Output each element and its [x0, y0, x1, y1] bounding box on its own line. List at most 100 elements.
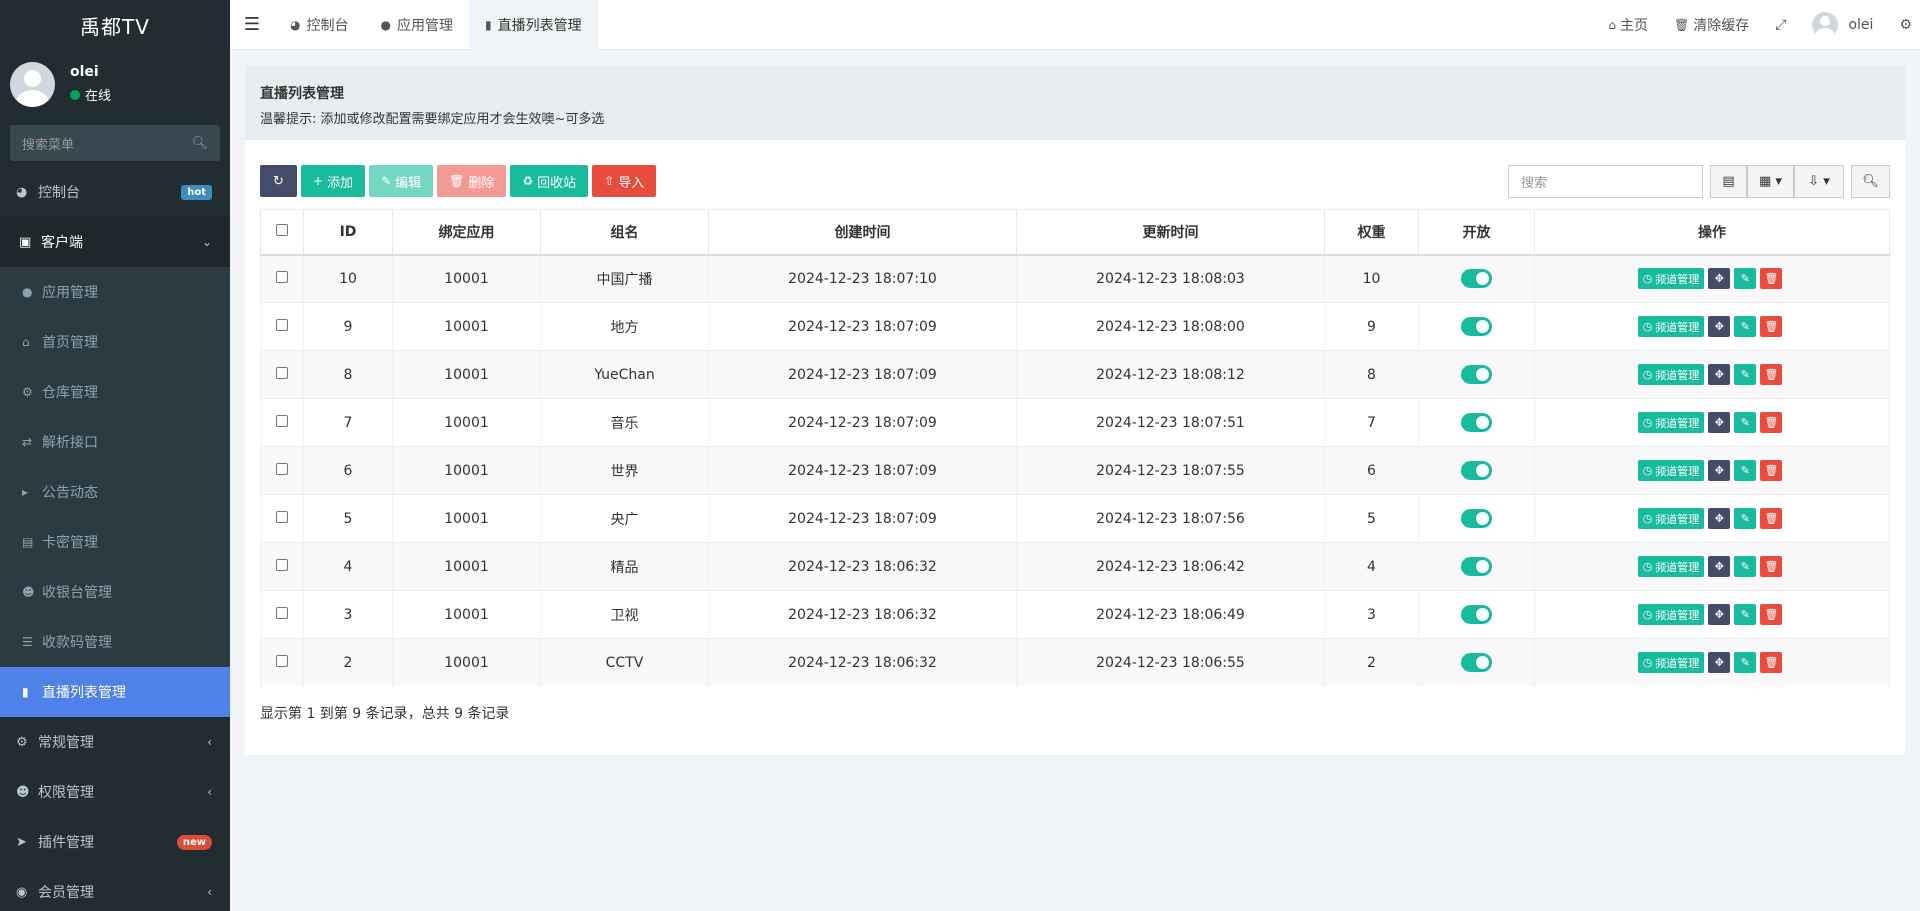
- open-toggle[interactable]: [1461, 461, 1492, 480]
- row-edit-button[interactable]: ✎: [1734, 316, 1757, 337]
- row-checkbox[interactable]: [276, 606, 288, 619]
- row-edit-button[interactable]: ✎: [1734, 556, 1757, 577]
- row-edit-button[interactable]: ✎: [1734, 508, 1757, 529]
- sidebar-subitem-live-list[interactable]: ▮ 直播列表管理: [0, 667, 230, 717]
- drag-handle[interactable]: ✥: [1708, 364, 1731, 385]
- columns-button[interactable]: ▦ ▾: [1747, 165, 1794, 198]
- drag-handle[interactable]: ✥: [1708, 556, 1731, 577]
- import-button[interactable]: ⇧ 导入: [592, 165, 657, 197]
- row-edit-button[interactable]: ✎: [1734, 412, 1757, 433]
- drag-handle[interactable]: ✥: [1708, 412, 1731, 433]
- user-menu[interactable]: olei: [1799, 0, 1886, 50]
- channel-manage-button[interactable]: ◷ 频道管理: [1637, 556, 1705, 577]
- tab-apps[interactable]: ● 应用管理: [364, 0, 468, 50]
- open-toggle[interactable]: [1461, 605, 1492, 624]
- row-delete-button[interactable]: 🗑︎: [1760, 604, 1783, 625]
- drag-handle[interactable]: ✥: [1708, 316, 1731, 337]
- row-delete-button[interactable]: 🗑︎: [1760, 460, 1783, 481]
- table-search-input[interactable]: 搜索: [1508, 165, 1703, 198]
- row-checkbox[interactable]: [276, 414, 288, 427]
- row-edit-button[interactable]: ✎: [1734, 604, 1757, 625]
- row-checkbox[interactable]: [276, 510, 288, 523]
- row-delete-button[interactable]: 🗑︎: [1760, 556, 1783, 577]
- toggle-view-button[interactable]: ▤: [1710, 165, 1747, 198]
- row-edit-button[interactable]: ✎: [1734, 652, 1757, 674]
- sidebar-item-plugins[interactable]: ➤ 插件管理 new: [0, 817, 230, 867]
- row-delete-button[interactable]: 🗑︎: [1760, 316, 1783, 337]
- column-header[interactable]: ID: [303, 209, 393, 256]
- sidebar-item-dashboard[interactable]: ◕ 控制台 hot: [0, 167, 230, 217]
- open-toggle[interactable]: [1461, 365, 1492, 384]
- delete-button[interactable]: 🗑︎ 删除: [437, 165, 507, 197]
- search-icon[interactable]: 🔍︎: [191, 136, 208, 151]
- row-edit-button[interactable]: ✎: [1734, 364, 1757, 385]
- brand-logo[interactable]: 禹都TV: [0, 0, 230, 50]
- channel-manage-button[interactable]: ◷ 频道管理: [1637, 316, 1705, 337]
- open-toggle[interactable]: [1461, 653, 1492, 673]
- sidebar-subitem-announcements[interactable]: ▸ 公告动态: [0, 467, 230, 517]
- row-checkbox[interactable]: [276, 654, 288, 667]
- channel-manage-button[interactable]: ◷ 频道管理: [1637, 364, 1705, 385]
- sidebar-subitem-warehouse[interactable]: ⚙ 仓库管理: [0, 367, 230, 417]
- sidebar-item-members[interactable]: ◉ 会员管理 ‹: [0, 867, 230, 911]
- sidebar-subitem-apps[interactable]: ● 应用管理: [0, 267, 230, 317]
- drag-handle[interactable]: ✥: [1708, 508, 1731, 529]
- column-header[interactable]: 创建时间: [708, 209, 1017, 256]
- sidebar-subitem-parse-api[interactable]: ⇄ 解析接口: [0, 417, 230, 467]
- row-delete-button[interactable]: 🗑︎: [1760, 364, 1783, 385]
- settings-button[interactable]: ⚙: [1886, 0, 1920, 50]
- menu-toggle-icon[interactable]: ☰: [230, 0, 274, 50]
- sidebar-subitem-payment-codes[interactable]: ☰ 收款码管理: [0, 617, 230, 667]
- row-delete-button[interactable]: 🗑︎: [1760, 508, 1783, 529]
- row-checkbox[interactable]: [276, 558, 288, 571]
- recycle-bin-button[interactable]: ♻ 回收站: [510, 165, 589, 197]
- channel-manage-button[interactable]: ◷ 频道管理: [1637, 268, 1705, 290]
- open-toggle[interactable]: [1461, 317, 1492, 336]
- drag-handle[interactable]: ✥: [1708, 652, 1731, 674]
- open-toggle[interactable]: [1461, 413, 1492, 432]
- row-edit-button[interactable]: ✎: [1734, 460, 1757, 481]
- drag-handle[interactable]: ✥: [1708, 460, 1731, 481]
- column-header[interactable]: 权重: [1324, 209, 1419, 256]
- add-button[interactable]: + 添加: [301, 165, 366, 197]
- sidebar-item-general[interactable]: ⚙ 常规管理 ‹: [0, 717, 230, 767]
- channel-manage-button[interactable]: ◷ 频道管理: [1637, 508, 1705, 529]
- drag-handle[interactable]: ✥: [1708, 604, 1731, 625]
- column-header[interactable]: 开放: [1418, 209, 1535, 256]
- row-checkbox[interactable]: [276, 366, 288, 379]
- fullscreen-button[interactable]: ⤢: [1762, 0, 1799, 50]
- row-checkbox[interactable]: [276, 318, 288, 331]
- channel-manage-button[interactable]: ◷ 频道管理: [1637, 412, 1705, 433]
- column-header[interactable]: 组名: [540, 209, 709, 256]
- edit-button[interactable]: ✎ 编辑: [369, 165, 434, 197]
- sidebar-item-permissions[interactable]: ☻ 权限管理 ‹: [0, 767, 230, 817]
- open-toggle[interactable]: [1461, 509, 1492, 528]
- sidebar-subitem-home[interactable]: ⌂ 首页管理: [0, 317, 230, 367]
- row-edit-button[interactable]: ✎: [1734, 268, 1757, 290]
- sidebar-subitem-card-keys[interactable]: ▤ 卡密管理: [0, 517, 230, 567]
- channel-manage-button[interactable]: ◷ 频道管理: [1637, 460, 1705, 481]
- drag-handle[interactable]: ✥: [1708, 268, 1731, 290]
- row-checkbox[interactable]: [276, 270, 288, 283]
- sidebar-subitem-cashier[interactable]: ☻ 收银台管理: [0, 567, 230, 617]
- home-link[interactable]: ⌂ 主页: [1595, 0, 1661, 50]
- tab-dashboard[interactable]: ◕ 控制台: [274, 0, 364, 50]
- row-delete-button[interactable]: 🗑︎: [1760, 268, 1783, 290]
- row-delete-button[interactable]: 🗑︎: [1760, 412, 1783, 433]
- channel-manage-button[interactable]: ◷ 频道管理: [1637, 652, 1705, 674]
- column-header[interactable]: 绑定应用: [392, 209, 541, 256]
- clear-cache-button[interactable]: 🗑︎ 清除缓存: [1661, 0, 1762, 50]
- menu-search-input[interactable]: 搜索菜单 🔍︎: [10, 125, 220, 161]
- open-toggle[interactable]: [1461, 269, 1492, 289]
- row-checkbox[interactable]: [276, 462, 288, 475]
- export-button[interactable]: ⇩ ▾: [1794, 165, 1844, 198]
- advanced-search-button[interactable]: 🔍︎: [1851, 165, 1890, 198]
- select-all-checkbox[interactable]: [276, 223, 288, 236]
- row-delete-button[interactable]: 🗑︎: [1760, 652, 1783, 674]
- tab-live-list[interactable]: ▮ 直播列表管理: [468, 0, 598, 50]
- sidebar-item-client[interactable]: ▣ 客户端 ⌄: [0, 217, 230, 267]
- open-toggle[interactable]: [1461, 557, 1492, 576]
- channel-manage-button[interactable]: ◷ 频道管理: [1637, 604, 1705, 625]
- refresh-button[interactable]: ↻: [260, 165, 297, 197]
- column-header[interactable]: 更新时间: [1016, 209, 1325, 256]
